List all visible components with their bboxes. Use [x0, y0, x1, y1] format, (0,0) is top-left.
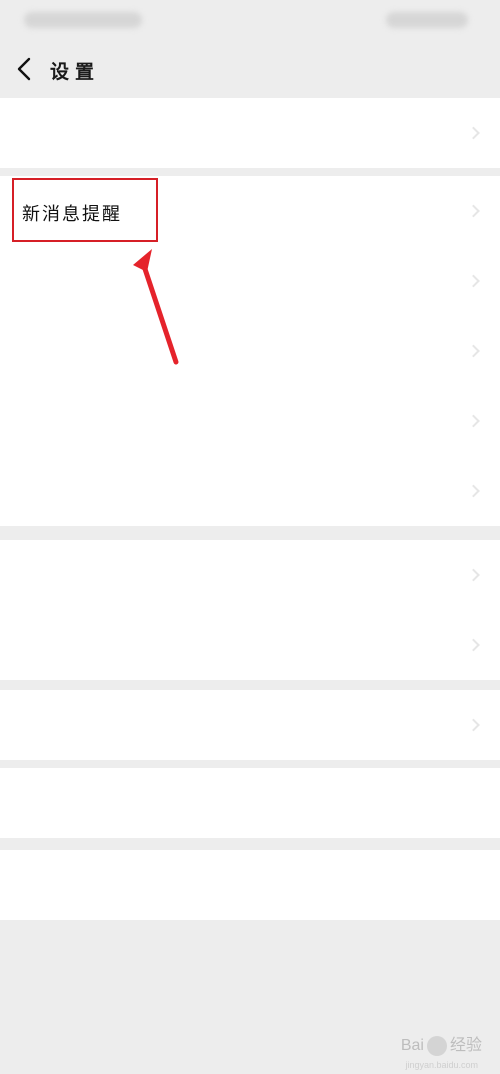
page-title: 设置 [50, 61, 101, 83]
status-icons-blurred [386, 12, 468, 28]
new-message-notification-label: 新消息提醒 [22, 204, 122, 225]
settings-row[interactable] [0, 386, 500, 456]
watermark-text-right: 经验 [449, 1037, 482, 1055]
switch-account-group [0, 768, 500, 838]
watermark-url: jingyan.baidu.com [405, 1060, 478, 1070]
chevron-right-icon [467, 568, 480, 582]
logout-button[interactable] [0, 850, 500, 920]
settings-row[interactable] [0, 540, 500, 610]
chevron-right-icon [467, 204, 480, 218]
chevron-right-icon [467, 344, 480, 358]
switch-account-button[interactable] [0, 768, 500, 838]
chevron-right-icon [467, 718, 480, 732]
settings-group-4 [0, 690, 500, 760]
chevron-right-icon [467, 484, 480, 498]
chevron-right-icon [467, 414, 480, 428]
settings-row[interactable] [0, 456, 500, 526]
settings-row[interactable] [0, 98, 500, 168]
baidu-jingyan-watermark: Bai 经验 [401, 1031, 482, 1056]
nav-bar: 设置 [0, 40, 500, 98]
logout-group [0, 850, 500, 920]
status-bar [0, 0, 500, 40]
settings-row[interactable] [0, 610, 500, 680]
status-time-blurred [24, 12, 142, 28]
paw-icon [426, 1036, 447, 1056]
settings-row[interactable] [0, 316, 500, 386]
back-arrow-icon[interactable] [14, 56, 36, 82]
chevron-right-icon [467, 126, 480, 140]
settings-row[interactable] [0, 246, 500, 316]
chevron-right-icon [467, 638, 480, 652]
watermark-text-left: Bai [400, 1037, 424, 1055]
settings-group-1 [0, 98, 500, 168]
settings-group-3 [0, 540, 500, 680]
settings-row[interactable] [0, 690, 500, 760]
chevron-right-icon [467, 274, 480, 288]
